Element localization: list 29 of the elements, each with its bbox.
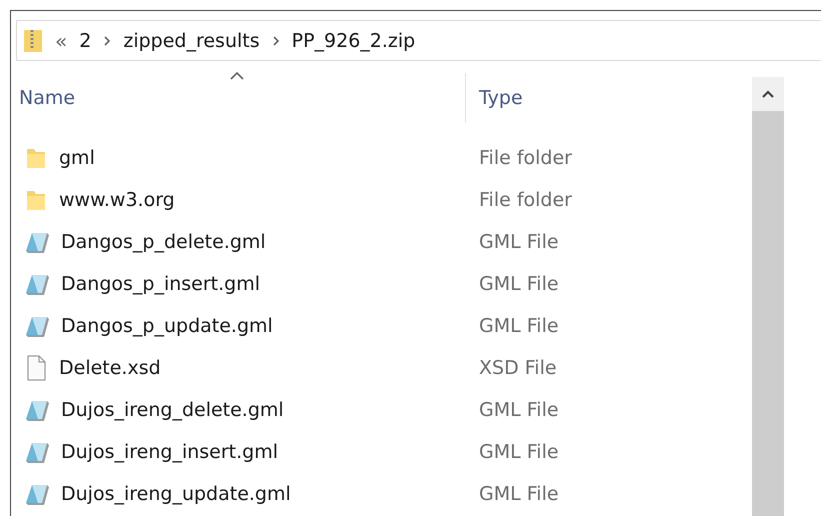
breadcrumb-item[interactable]: 2 [79,30,92,52]
file-type: GML File [478,315,560,337]
file-type: GML File [478,399,560,421]
file-name[interactable]: Dujos_ireng_update.gml [61,483,291,505]
breadcrumb-item[interactable]: PP_926_2.zip [292,30,416,52]
file-name[interactable]: gml [59,147,95,169]
file-type: GML File [478,231,560,253]
file-name[interactable]: www.w3.org [59,189,175,211]
file-name[interactable]: Delete.xsd [59,357,161,379]
file-name[interactable]: Dangos_p_delete.gml [61,231,266,253]
file-name[interactable]: Dangos_p_update.gml [61,315,273,337]
file-type: File folder [478,147,573,169]
chevron-right-icon [103,34,112,46]
address-bar[interactable]: « 2 zipped_results PP_926_2.zip [16,20,821,61]
overflow-chevron[interactable]: « [55,28,68,52]
file-type: GML File [478,483,560,505]
file-type: File folder [478,189,573,211]
zip-folder-icon [23,28,43,54]
column-header[interactable]: Type [479,87,523,109]
column-header[interactable]: Name [19,87,76,109]
chevron-right-icon [272,34,280,46]
scroll-up-icon[interactable] [761,89,775,99]
file-type: GML File [478,273,560,295]
file-name[interactable]: Dujos_ireng_insert.gml [61,441,278,463]
file-type: XSD File [478,357,558,379]
file-type: GML File [478,441,560,463]
file-name[interactable]: Dujos_ireng_delete.gml [61,399,284,421]
file-name[interactable]: Dangos_p_insert.gml [61,273,260,295]
breadcrumb-item[interactable]: zipped_results [123,30,260,52]
